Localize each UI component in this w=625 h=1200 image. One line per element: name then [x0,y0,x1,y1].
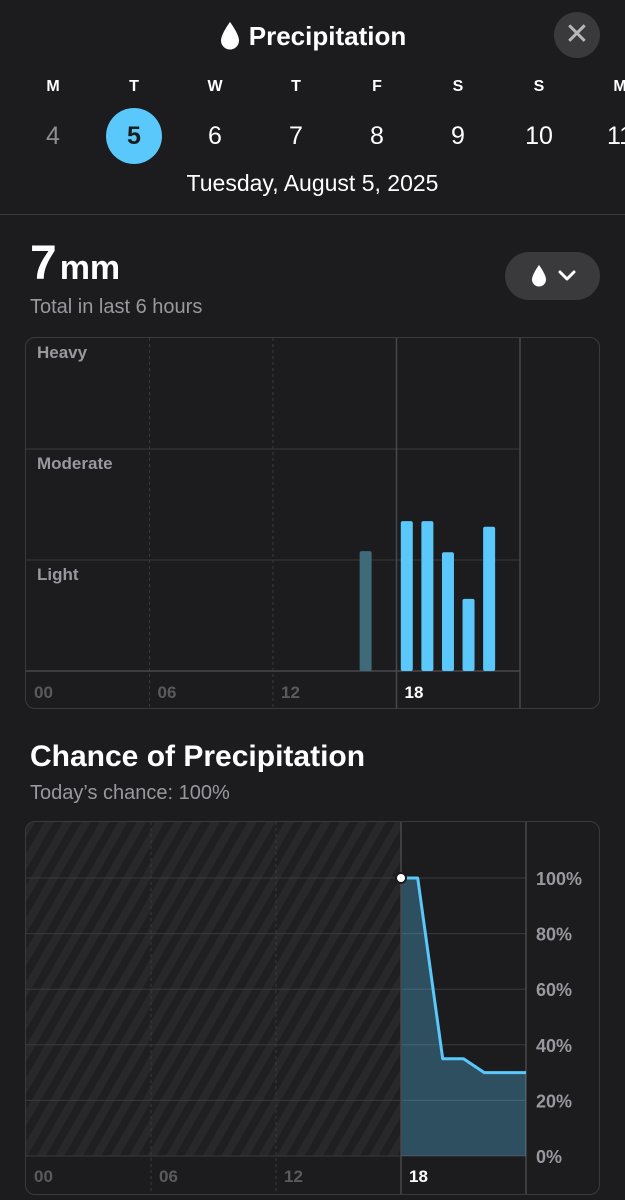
precipitation-screen: Precipitation ✕ M4T5W6T7F8S9S10M11 Tuesd… [0,0,625,1200]
day-letter: M [46,78,60,95]
x-tick-label: 18 [409,1167,428,1186]
precip-total-value: 7 [30,237,57,290]
raindrop-icon [220,22,239,50]
close-button[interactable]: ✕ [554,12,600,58]
precip-total: 7mm [30,236,120,291]
precip-bar [400,521,413,671]
chance-chart-svg: 100% 80% 60% 40% 20% 0% 00 06 12 18 [26,822,582,1194]
week-strip: M4T5W6T7F8S9S10M11 [0,78,625,168]
x-tick-label: 06 [158,683,177,702]
day-number: 11 [607,121,625,150]
day-letter: S [533,78,545,95]
selected-date: Tuesday, August 5, 2025 [186,170,439,196]
x-tick-label: 12 [284,1167,303,1186]
precip-intensity-svg: Heavy Moderate Light 00 06 12 18 [26,338,521,708]
header: Precipitation ✕ M4T5W6T7F8S9S10M11 Tuesd… [0,0,625,214]
precip-bar [483,526,496,671]
x-tick-label: 12 [281,683,300,702]
x-tick-label: 06 [159,1167,178,1186]
chance-title: Chance of Precipitation [30,740,366,773]
day-number: 9 [451,121,465,150]
precip-total-caption: Total in last 6 hours [30,296,203,318]
day-letter: F [372,78,382,95]
x-tick-label: 00 [34,1167,53,1186]
precip-bar [462,598,475,671]
y-tick-label: 20% [536,1091,572,1111]
day-letter: W [207,78,223,95]
day-1[interactable]: T5 [104,78,164,164]
header-divider [0,214,625,215]
day-number: 10 [525,121,553,150]
day-number: 7 [289,121,303,150]
day-number: 8 [370,121,384,150]
day-0[interactable]: M4 [23,78,83,164]
chance-chart: 100% 80% 60% 40% 20% 0% 00 06 12 18 [25,821,600,1195]
y-tick-label: 0% [536,1147,562,1167]
day-letter: S [452,78,464,95]
close-icon: ✕ [564,18,590,51]
day-6[interactable]: S 10 [509,78,569,164]
precip-bar [359,551,372,671]
level-label: Heavy [37,343,88,362]
day-number: 6 [208,121,222,150]
title-row: Precipitation [0,14,625,58]
chart-mode-button[interactable] [505,252,600,300]
chevron-down-icon [558,270,575,281]
precip-intensity-chart: Heavy Moderate Light 00 06 12 18 [25,337,600,709]
y-tick-label: 40% [536,1036,572,1056]
raindrop-icon [531,265,546,287]
day-letter: T [129,78,139,95]
day-letter: T [291,78,301,95]
precip-total-unit: mm [59,249,121,287]
level-label: Moderate [37,454,113,473]
level-label: Light [37,565,79,584]
day-3[interactable]: T7 [266,78,326,164]
chance-area [401,878,526,1156]
chance-caption: Today’s chance: 100% [30,782,230,804]
y-tick-label: 60% [536,980,572,1000]
y-tick-label: 100% [536,869,582,889]
precip-bar [421,521,434,671]
x-tick-label: 00 [34,683,53,702]
day-number: 5 [106,108,162,164]
current-point [395,872,407,884]
day-4[interactable]: F8 [347,78,407,164]
day-number: 4 [46,121,60,150]
day-2[interactable]: W6 [185,78,245,164]
day-5[interactable]: S9 [428,78,488,164]
precip-bar [441,552,454,671]
day-letter: M [613,78,625,95]
x-tick-label: 18 [405,683,424,702]
y-tick-label: 80% [536,925,572,945]
page-title: Precipitation [248,20,407,51]
day-7[interactable]: M 11 [590,78,625,164]
